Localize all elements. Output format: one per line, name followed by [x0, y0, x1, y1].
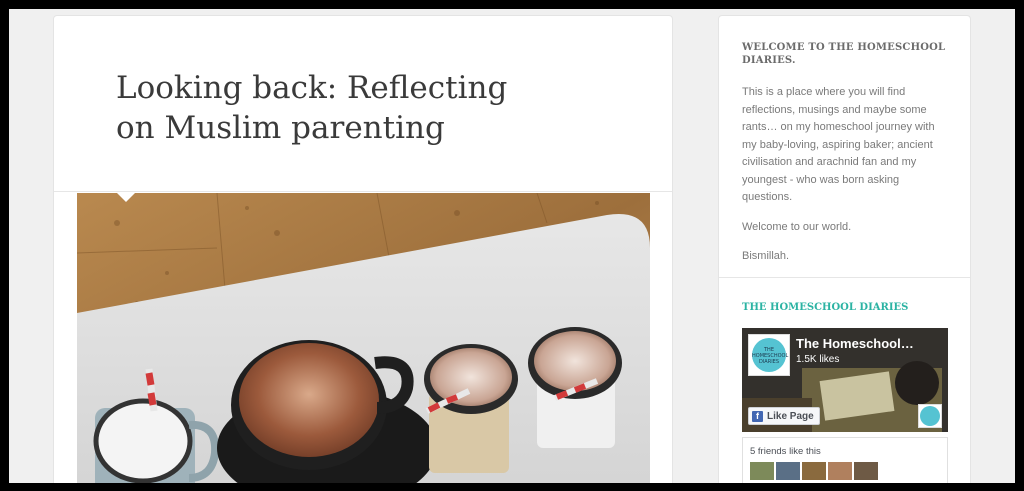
post-title[interactable]: Looking back: Reflecting on Muslim paren…	[116, 68, 536, 148]
welcome-widget-title: WELCOME TO THE HOMESCHOOL DIARIES.	[742, 42, 946, 66]
friend-avatar[interactable]	[854, 462, 878, 480]
welcome-paragraph: This is a place where you will find refl…	[742, 86, 935, 203]
friend-avatars	[750, 462, 940, 480]
post-featured-image[interactable]	[77, 193, 650, 483]
facebook-page-logo[interactable]: THE HOMESCHOOL DIARIES	[748, 334, 790, 376]
page-frame: Looking back: Reflecting on Muslim paren…	[9, 9, 1015, 483]
post-header: Looking back: Reflecting on Muslim paren…	[54, 16, 672, 192]
friend-avatar[interactable]	[750, 462, 774, 480]
welcome-widget: WELCOME TO THE HOMESCHOOL DIARIES. This …	[719, 16, 970, 278]
facebook-small-logo	[918, 404, 942, 428]
featured-image-graphic	[77, 193, 650, 483]
welcome-paragraph: Bismillah.	[742, 250, 790, 262]
friend-avatar[interactable]	[828, 462, 852, 480]
facebook-icon: f	[752, 410, 763, 422]
like-page-label: Like Page	[767, 410, 814, 422]
friends-like-text: 5 friends like this	[750, 446, 821, 457]
small-logo-circle	[920, 406, 940, 426]
facebook-page-plugin[interactable]: THE HOMESCHOOL DIARIES The Homeschool… 1…	[742, 328, 948, 432]
sidebar: WELCOME TO THE HOMESCHOOL DIARIES. This …	[718, 15, 971, 483]
page-logo-text: THE HOMESCHOOL DIARIES	[752, 338, 788, 372]
like-page-button[interactable]: f Like Page	[748, 407, 820, 425]
friend-avatar[interactable]	[802, 462, 826, 480]
facebook-page-name[interactable]: The Homeschool…	[796, 336, 914, 351]
facebook-widget-title[interactable]: THE HOMESCHOOL DIARIES	[742, 301, 949, 314]
post-card: Looking back: Reflecting on Muslim paren…	[53, 15, 673, 483]
friend-avatar[interactable]	[776, 462, 800, 480]
friends-like-box: 5 friends like this	[742, 437, 948, 483]
welcome-paragraph: Welcome to our world.	[742, 220, 852, 233]
facebook-likes-count: 1.5K likes	[796, 354, 840, 365]
header-notch	[116, 192, 136, 202]
